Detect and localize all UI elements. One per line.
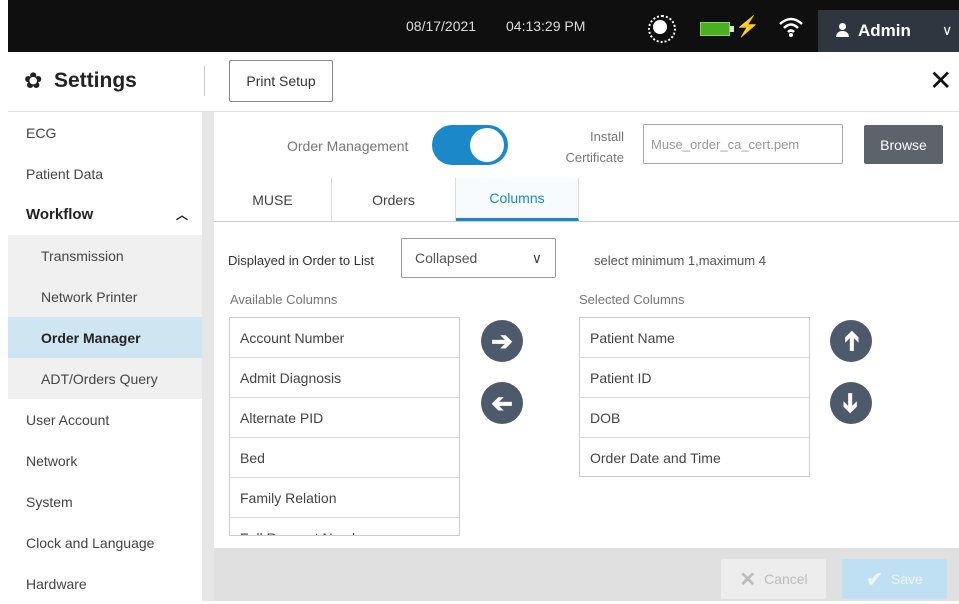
tab-columns[interactable]: Columns: [456, 178, 579, 221]
chevron-up-icon: ︿: [175, 208, 188, 222]
save-button[interactable]: ✔ Save: [842, 559, 947, 599]
sidebar-item-transmission[interactable]: Transmission: [8, 235, 202, 276]
sidebar-item-label: Workflow: [26, 206, 94, 223]
available-columns-list[interactable]: Account Number Admit Diagnosis Alternate…: [229, 317, 460, 536]
sidebar-item-network[interactable]: Network: [8, 440, 202, 481]
toggle-knob: [470, 128, 504, 162]
brightness-icon[interactable]: [648, 15, 676, 43]
displayed-in-order-label: Displayed in Order to List: [228, 253, 374, 268]
close-icon[interactable]: ✕: [929, 64, 952, 97]
arrow-right-icon[interactable]: ➔: [481, 320, 523, 362]
list-item[interactable]: Admit Diagnosis: [230, 358, 459, 398]
chevron-down-icon: ∨: [942, 22, 953, 38]
sidebar-item-workflow[interactable]: Workflow ︿: [8, 194, 202, 235]
header-divider: [204, 66, 205, 96]
cancel-button[interactable]: ✕ Cancel: [721, 559, 826, 599]
status-date: 08/17/2021: [406, 18, 477, 34]
sidebar-separator: [202, 112, 214, 601]
sidebar-item-label: Clock and Language: [26, 534, 155, 551]
user-menu[interactable]: Admin ∨: [818, 10, 959, 52]
settings-header: ✿ Settings Print Setup ✕: [8, 52, 959, 112]
sidebar-item-label: User Account: [26, 411, 110, 428]
selected-columns-list[interactable]: Patient Name Patient ID DOB Order Date a…: [579, 317, 810, 477]
select-value: Collapsed: [415, 250, 478, 266]
wifi-icon[interactable]: [778, 14, 804, 40]
list-item[interactable]: Family Relation: [230, 478, 459, 518]
sidebar-item-label: ECG: [26, 124, 57, 141]
install-certificate-label: Install Certificate: [559, 126, 624, 168]
list-item[interactable]: Patient Name: [580, 318, 809, 358]
battery-icon: [700, 22, 734, 36]
sidebar-item-label: ADT/Orders Query: [41, 370, 158, 387]
arrow-up-icon[interactable]: ➔: [830, 320, 872, 362]
certificate-file-field[interactable]: Muse_order_ca_cert.pem: [643, 124, 843, 164]
list-item[interactable]: Account Number: [230, 318, 459, 358]
sidebar-item-adt-orders-query[interactable]: ADT/Orders Query: [8, 358, 202, 399]
sidebar-item-label: Network Printer: [41, 288, 138, 305]
available-columns-heading: Available Columns: [230, 292, 338, 307]
tab-orders[interactable]: Orders: [332, 178, 456, 221]
sidebar-item-hardware[interactable]: Hardware: [8, 563, 202, 604]
user-name: Admin: [858, 21, 911, 40]
status-time: 04:13:29 PM: [506, 18, 586, 34]
sidebar-item-label: Transmission: [41, 247, 124, 264]
save-label: Save: [890, 571, 923, 587]
sidebar-item-system[interactable]: System: [8, 481, 202, 522]
charging-icon: ⚡: [735, 16, 760, 38]
sidebar-item-label: Order Manager: [41, 329, 141, 346]
list-item[interactable]: Bed: [230, 438, 459, 478]
sidebar-item-label: System: [26, 493, 73, 510]
displayed-in-order-select[interactable]: Collapsed ∨: [401, 238, 556, 278]
list-item[interactable]: Alternate PID: [230, 398, 459, 438]
status-bar: 08/17/2021 04:13:29 PM ⚡ Admin ∨: [8, 0, 959, 52]
sidebar-item-clock-and-language[interactable]: Clock and Language: [8, 522, 202, 563]
sidebar-item-label: Hardware: [26, 575, 87, 592]
checkmark-icon: ✔: [866, 568, 883, 591]
column-limit-hint: select minimum 1,maximum 4: [594, 253, 766, 268]
sidebar-item-user-account[interactable]: User Account: [8, 399, 202, 440]
install-label-line1: Install: [590, 129, 624, 144]
chevron-down-icon: ∨: [531, 250, 542, 266]
close-icon: ✕: [739, 568, 757, 591]
order-management-label: Order Management: [287, 138, 409, 154]
sidebar-item-ecg[interactable]: ECG: [8, 112, 202, 153]
sidebar-item-network-printer[interactable]: Network Printer: [8, 276, 202, 317]
cancel-label: Cancel: [764, 571, 808, 587]
list-item[interactable]: Patient ID: [580, 358, 809, 398]
tab-bar: MUSE Orders Columns: [214, 178, 959, 222]
sidebar-item-patient-data[interactable]: Patient Data: [8, 153, 202, 194]
order-manager-panel: Order Management Install Certificate Mus…: [214, 112, 959, 601]
sidebar: ECG Patient Data Workflow ︿ Transmission…: [8, 112, 202, 601]
list-item[interactable]: DOB: [580, 398, 809, 438]
footer-bar: ✕ Cancel ✔ Save: [214, 548, 959, 601]
gear-icon: ✿: [24, 68, 43, 93]
print-setup-button[interactable]: Print Setup: [229, 60, 333, 102]
tab-muse[interactable]: MUSE: [214, 178, 332, 221]
sidebar-item-order-manager[interactable]: Order Manager: [8, 317, 202, 358]
sidebar-item-label: Patient Data: [26, 165, 104, 182]
install-label-line2: Certificate: [565, 150, 624, 165]
order-management-toggle[interactable]: [432, 125, 508, 165]
sidebar-item-label: Network: [26, 452, 78, 469]
list-item[interactable]: Full Request Number: [230, 518, 459, 536]
page-title: Settings: [54, 69, 137, 92]
selected-columns-heading: Selected Columns: [579, 292, 685, 307]
list-item[interactable]: Order Date and Time: [580, 438, 809, 476]
arrow-down-icon[interactable]: ➔: [830, 382, 872, 424]
user-icon: [836, 23, 849, 37]
arrow-left-icon[interactable]: ➔: [481, 382, 523, 424]
browse-button[interactable]: Browse: [864, 125, 943, 164]
